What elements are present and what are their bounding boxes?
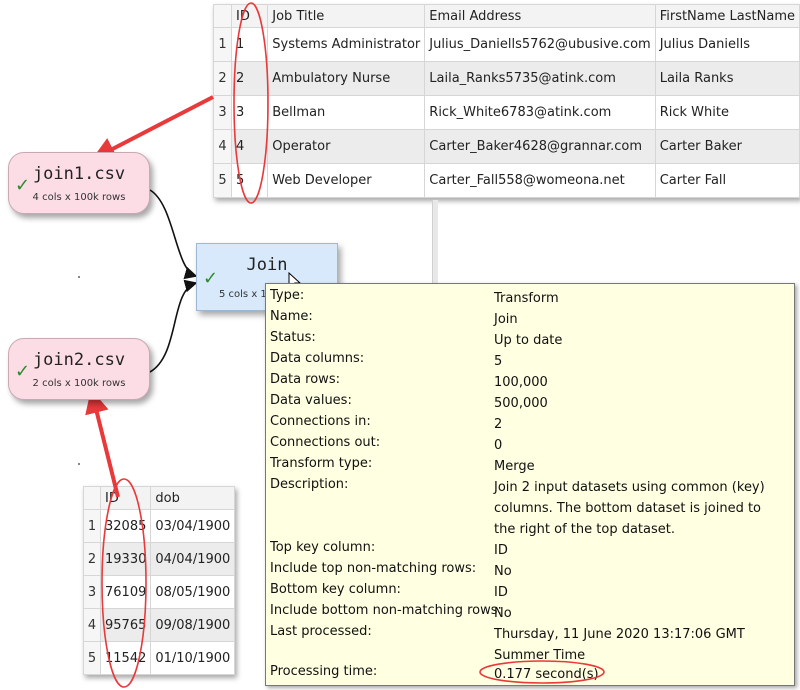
connector-join1-to-join [149, 189, 198, 280]
node-info-tooltip: Type: Transform Name: Join Status: Up to… [265, 283, 795, 686]
tooltip-key: Name: [270, 309, 313, 324]
tooltip-value: No [494, 564, 512, 579]
annotation-arrow-top [91, 95, 214, 160]
tooltip-value: Join [494, 312, 518, 327]
tooltip-key: Data rows: [270, 372, 340, 387]
tooltip-key: Type: [270, 288, 305, 303]
tooltip-key: Connections in: [270, 414, 371, 429]
annotation-arrow-bottom [85, 389, 120, 498]
tooltip-key: Description: [270, 477, 349, 492]
tooltip-key: Data columns: [270, 351, 365, 366]
tooltip-key: Connections out: [270, 435, 381, 450]
dataset-node-join2[interactable]: ✓ join2.csv 2 cols x 100k rows [8, 338, 150, 400]
tooltip-key: Status: [270, 330, 316, 345]
tooltip-value: No [494, 606, 512, 621]
node-title: join2.csv [32, 350, 126, 370]
tooltip-key: Top key column: [270, 540, 376, 555]
node-subtitle: 4 cols x 100k rows [32, 192, 126, 203]
dataset-node-join1[interactable]: ✓ join1.csv 4 cols x 100k rows [8, 152, 150, 214]
tooltip-key: Include top non-matching rows: [270, 561, 477, 576]
tooltip-value: 2 [494, 417, 503, 432]
tooltip-value: Merge [494, 459, 535, 474]
node-title: Join [246, 255, 288, 275]
tooltip-value: 500,000 [494, 396, 548, 411]
tooltip-value: Thursday, 11 June 2020 13:17:06 GMT Summ… [494, 627, 745, 663]
tooltip-value: Transform [494, 291, 559, 306]
tooltip-value: ID [494, 543, 508, 558]
node-subtitle: 2 cols x 100k rows [32, 378, 126, 389]
tooltip-value: ID [494, 585, 508, 600]
tooltip-key: Transform type: [270, 456, 373, 471]
annotation-circle-bottom-id [101, 478, 147, 688]
tooltip-value: 5 [494, 354, 503, 369]
annotation-circle-top-id [233, 2, 269, 204]
tooltip-key: Processing time: [270, 664, 378, 679]
tooltip-value: 0.177 second(s) [494, 667, 599, 682]
tooltip-value: 0 [494, 438, 503, 453]
tooltip-key: Include bottom non-matching rows: [270, 603, 502, 618]
tooltip-value: Join 2 input datasets using common (key)… [494, 480, 765, 537]
tooltip-value: Up to date [494, 333, 563, 348]
connector-join2-to-join [149, 279, 198, 373]
node-title: join1.csv [32, 164, 126, 184]
tooltip-key: Data values: [270, 393, 352, 408]
tooltip-key: Bottom key column: [270, 582, 401, 597]
tooltip-value: 100,000 [494, 375, 548, 390]
tooltip-key: Last processed: [270, 624, 372, 639]
